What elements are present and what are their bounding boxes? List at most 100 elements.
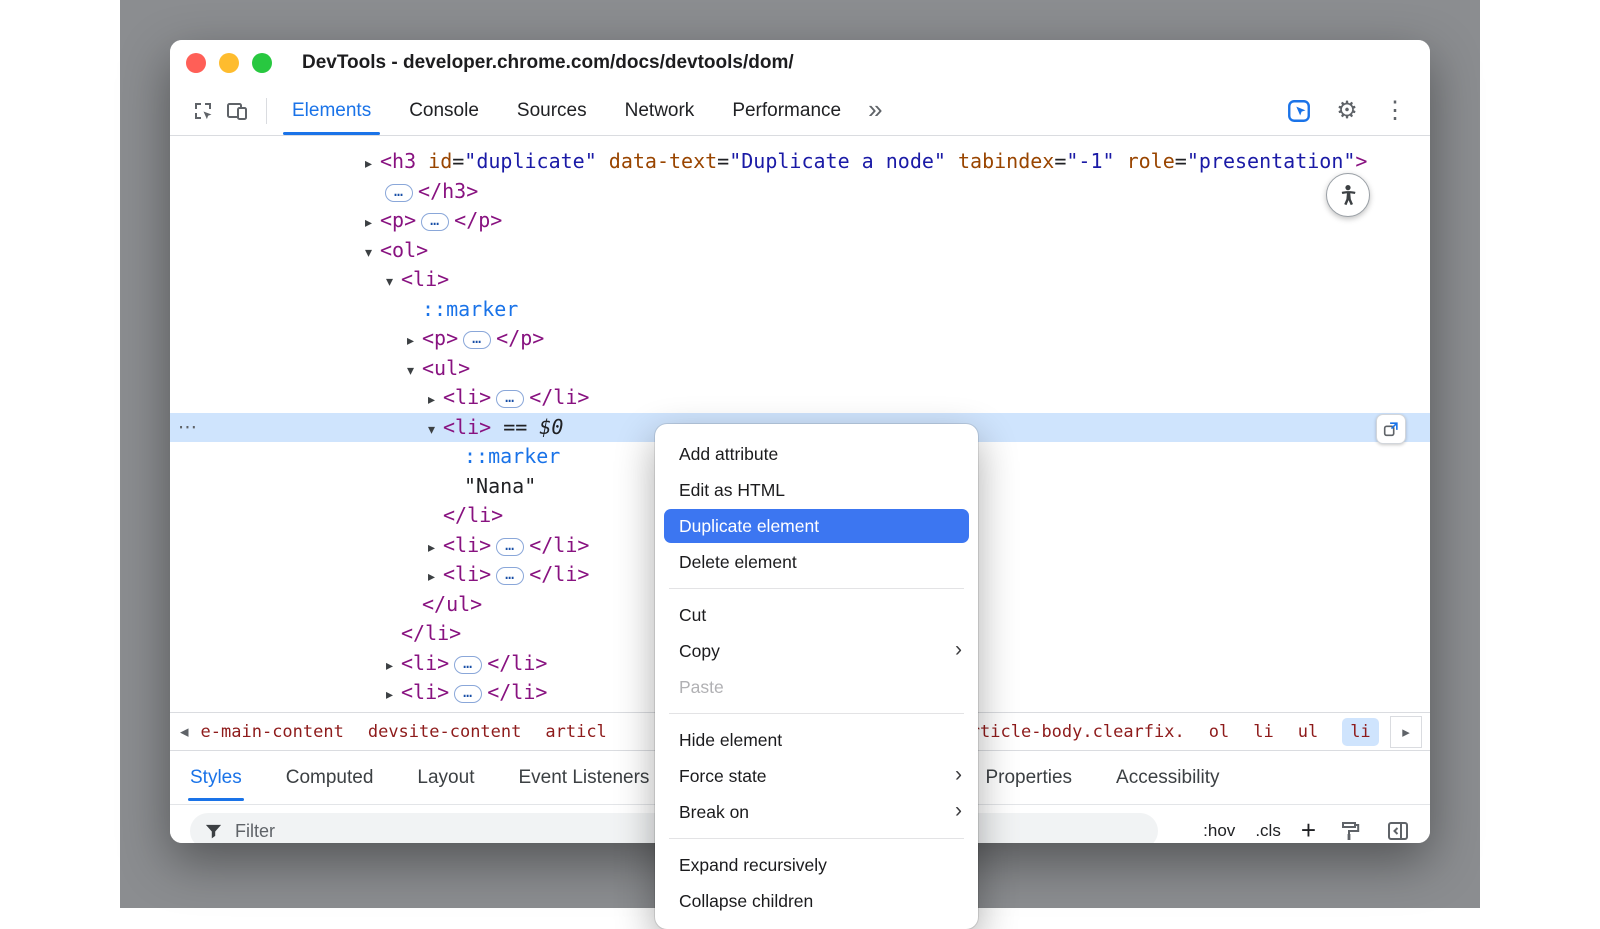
- tree-expand-arrow-icon[interactable]: ▸: [365, 209, 380, 239]
- sidebar-tab-event-listeners[interactable]: Event Listeners: [518, 751, 649, 804]
- menu-item-hide-element[interactable]: Hide element: [655, 722, 978, 758]
- breadcrumb-item-devsite-content[interactable]: devsite-content: [368, 722, 522, 742]
- filter-input[interactable]: [233, 820, 537, 843]
- menu-item-label: Cut: [679, 605, 706, 626]
- code-token: >: [1355, 149, 1367, 173]
- code-token: <p>: [422, 326, 458, 350]
- dock-sidebar-icon[interactable]: [1384, 817, 1412, 843]
- sidebar-tab-computed[interactable]: Computed: [286, 751, 374, 804]
- tab-elements[interactable]: Elements: [273, 86, 390, 135]
- dom-tree-row[interactable]: ▾<li>: [170, 265, 1430, 295]
- breadcrumb-item-ul[interactable]: ul: [1298, 722, 1318, 742]
- ellipsis-expander-icon[interactable]: …: [454, 656, 482, 674]
- element-classes-button[interactable]: .cls: [1255, 821, 1281, 841]
- ellipsis-expander-icon[interactable]: …: [385, 184, 413, 202]
- tab-network[interactable]: Network: [606, 86, 714, 135]
- menu-item-label: Delete element: [679, 552, 797, 573]
- code-token: id: [416, 149, 452, 173]
- menu-item-delete-element[interactable]: Delete element: [655, 544, 978, 580]
- device-toolbar-icon[interactable]: [220, 94, 254, 128]
- dom-tree-row[interactable]: ▸<p>…</p>: [170, 324, 1430, 354]
- inspect-mode-icon[interactable]: [1282, 94, 1316, 128]
- menu-item-edit-as-html[interactable]: Edit as HTML: [655, 472, 978, 508]
- code-token: <li>: [401, 680, 449, 704]
- dom-tree-row[interactable]: ▾<ul>: [170, 354, 1430, 384]
- tab-performance[interactable]: Performance: [713, 86, 860, 135]
- settings-gear-icon[interactable]: ⚙: [1330, 94, 1364, 128]
- dom-tree-row[interactable]: ▾<ol>: [170, 236, 1430, 266]
- code-token: <h3: [380, 149, 416, 173]
- menu-item-collapse-children[interactable]: Collapse children: [655, 883, 978, 919]
- code-token: ::marker: [464, 444, 560, 468]
- menu-item-break-on[interactable]: Break on›: [655, 794, 978, 830]
- breadcrumb-item-ol[interactable]: ol: [1209, 722, 1229, 742]
- ellipsis-expander-icon[interactable]: …: [496, 390, 524, 408]
- sidebar-tab-accessibility[interactable]: Accessibility: [1116, 751, 1219, 804]
- breadcrumb-item-articl[interactable]: articl: [545, 722, 606, 742]
- code-token: </li>: [529, 562, 589, 586]
- code-token: </li>: [443, 503, 503, 527]
- dom-tree-row[interactable]: ▸<p>…</p>: [170, 206, 1430, 236]
- tree-expand-arrow-icon[interactable]: ▸: [428, 563, 443, 593]
- sidebar-tab-styles[interactable]: Styles: [190, 751, 242, 804]
- code-token: <li>: [401, 267, 449, 291]
- minimize-window-button[interactable]: [219, 53, 239, 73]
- menu-separator: [669, 713, 964, 714]
- code-token: "presentation": [1187, 149, 1356, 173]
- node-action-badge-icon[interactable]: [1376, 414, 1406, 444]
- tree-collapse-arrow-icon[interactable]: ▾: [407, 357, 422, 387]
- more-tabs-button[interactable]: »: [868, 96, 882, 126]
- tab-sources[interactable]: Sources: [498, 86, 606, 135]
- breadcrumb-item-li[interactable]: li: [1253, 722, 1273, 742]
- toggle-element-state-button[interactable]: :hov: [1203, 821, 1235, 841]
- dom-tree-row[interactable]: ▸<h3 id="duplicate" data-text="Duplicate…: [170, 147, 1430, 177]
- submenu-chevron-icon: ›: [955, 800, 962, 824]
- menu-item-add-attribute[interactable]: Add attribute: [655, 436, 978, 472]
- accessibility-button[interactable]: [1326, 173, 1370, 217]
- ellipsis-expander-icon[interactable]: …: [463, 331, 491, 349]
- ellipsis-expander-icon[interactable]: …: [421, 213, 449, 231]
- close-window-button[interactable]: [186, 53, 206, 73]
- tree-expand-arrow-icon[interactable]: ▸: [386, 681, 401, 711]
- more-options-kebab-icon[interactable]: ⋮: [1378, 94, 1412, 128]
- dom-tree-row[interactable]: …</h3>: [170, 177, 1430, 207]
- tree-collapse-arrow-icon[interactable]: ▾: [386, 268, 401, 298]
- row-hover-menu-icon[interactable]: ⋯: [178, 413, 197, 443]
- menu-item-duplicate-element[interactable]: Duplicate element: [664, 509, 969, 543]
- sidebar-tab-properties[interactable]: Properties: [985, 751, 1072, 804]
- menu-item-force-state[interactable]: Force state›: [655, 758, 978, 794]
- inspect-element-icon[interactable]: [186, 94, 220, 128]
- sidebar-tab-layout[interactable]: Layout: [417, 751, 474, 804]
- menu-item-expand-recursively[interactable]: Expand recursively: [655, 847, 978, 883]
- ellipsis-expander-icon[interactable]: …: [496, 567, 524, 585]
- menu-item-label: Edit as HTML: [679, 480, 785, 501]
- menu-item-cut[interactable]: Cut: [655, 597, 978, 633]
- tree-collapse-arrow-icon[interactable]: ▾: [365, 239, 380, 269]
- menu-item-copy[interactable]: Copy›: [655, 633, 978, 669]
- breadcrumb-item-rticle-body-clearfix[interactable]: rticle-body.clearfix.: [970, 722, 1185, 742]
- code-token: <li>: [401, 651, 449, 675]
- ellipsis-expander-icon[interactable]: …: [496, 538, 524, 556]
- zoom-window-button[interactable]: [252, 53, 272, 73]
- dom-tree-row[interactable]: ::marker: [170, 295, 1430, 325]
- tree-collapse-arrow-icon[interactable]: ▾: [428, 416, 443, 446]
- breadcrumb-item-e-main-content[interactable]: e-main-content: [201, 722, 344, 742]
- tree-expand-arrow-icon[interactable]: ▸: [365, 150, 380, 180]
- code-token: </li>: [529, 533, 589, 557]
- menu-item-paste: Paste: [655, 669, 978, 705]
- breadcrumb-scroll-right-icon[interactable]: ▸: [1390, 716, 1422, 748]
- tree-expand-arrow-icon[interactable]: ▸: [428, 534, 443, 564]
- breadcrumb-scroll-left-icon[interactable]: ◂: [180, 722, 189, 742]
- new-style-rule-button[interactable]: +: [1301, 817, 1316, 843]
- code-token: </li>: [487, 680, 547, 704]
- paint-format-icon[interactable]: [1336, 817, 1364, 843]
- tree-expand-arrow-icon[interactable]: ▸: [407, 327, 422, 357]
- code-token: </li>: [529, 385, 589, 409]
- breadcrumb-item-li[interactable]: li: [1342, 718, 1378, 746]
- dom-tree-row[interactable]: ▸<li>…</li>: [170, 383, 1430, 413]
- tree-expand-arrow-icon[interactable]: ▸: [428, 386, 443, 416]
- code-token: $0: [539, 415, 563, 439]
- tab-console[interactable]: Console: [390, 86, 498, 135]
- tree-expand-arrow-icon[interactable]: ▸: [386, 652, 401, 682]
- ellipsis-expander-icon[interactable]: …: [454, 685, 482, 703]
